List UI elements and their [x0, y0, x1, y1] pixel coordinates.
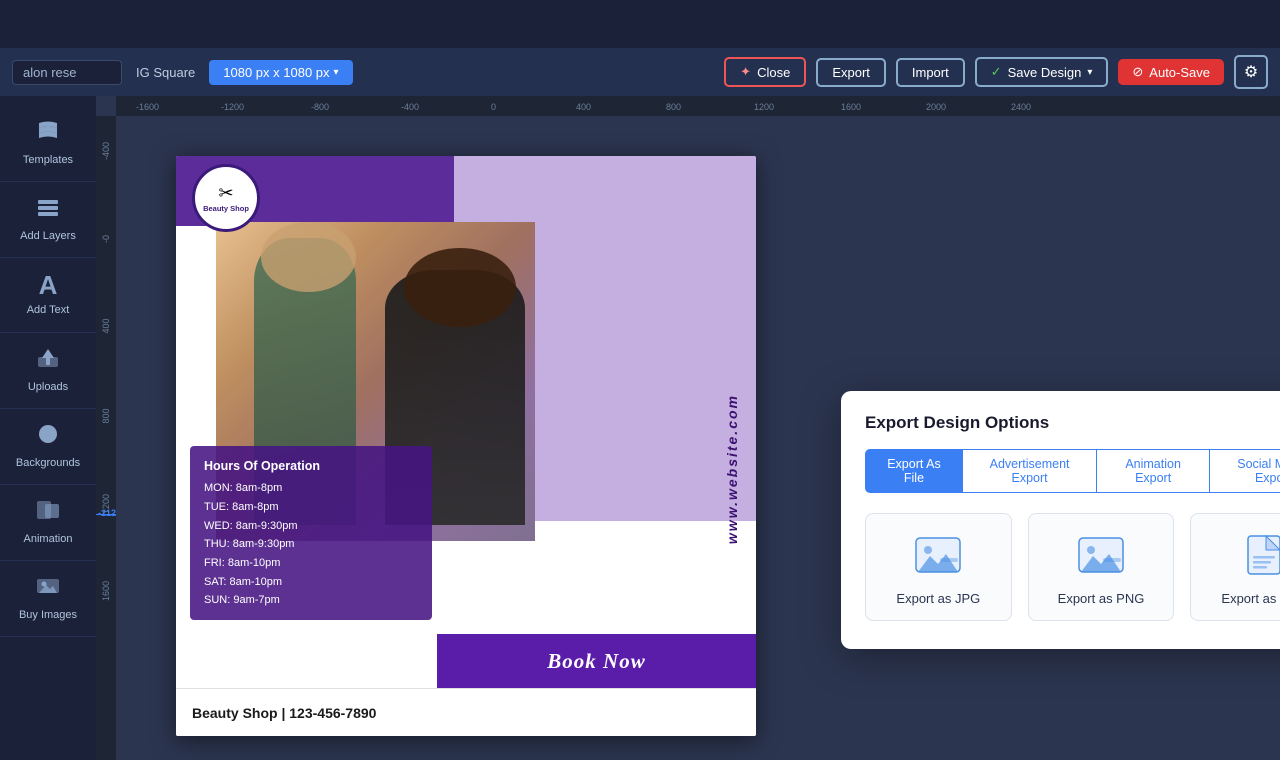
design-logo: ✂ Beauty Shop: [192, 164, 260, 232]
export-tab-animation[interactable]: Animation Export: [1097, 449, 1210, 493]
export-button[interactable]: Export: [816, 58, 886, 87]
canvas-area[interactable]: -1600 -1200 -800 -400 0 400 800 1200 160…: [96, 96, 1280, 760]
export-jpg-option[interactable]: Export as JPG: [865, 513, 1012, 621]
vertical-ruler: -400 -0 400 800 1200 1600: [96, 116, 116, 760]
add-layers-label: Add Layers: [20, 230, 76, 243]
hours-wed: WED: 8am-9:30pm: [204, 517, 418, 536]
top-nav: [0, 0, 1280, 48]
hours-fri: FRI: 8am-10pm: [204, 554, 418, 573]
png-icon: [1075, 534, 1127, 581]
sidebar-item-add-layers[interactable]: Add Layers: [0, 182, 96, 258]
dimensions-button[interactable]: 1080 px x 1080 px ▾: [209, 60, 352, 85]
horizontal-ruler: -1600 -1200 -800 -400 0 400 800 1200 160…: [116, 96, 1280, 116]
hours-title: Hours Of Operation: [204, 456, 418, 477]
templates-icon: [36, 120, 60, 148]
hours-mon: MON: 8am-8pm: [204, 479, 418, 498]
add-text-label: Add Text: [27, 304, 70, 317]
jpg-label: Export as JPG: [896, 591, 980, 606]
sidebar-item-buy-images[interactable]: Buy Images: [0, 561, 96, 637]
autosave-label: Auto-Save: [1149, 65, 1210, 80]
save-chevron-icon: ▾: [1087, 67, 1092, 78]
export-tab-file[interactable]: Export As File: [865, 449, 963, 493]
close-label: Close: [757, 65, 790, 80]
toolbar: IG Square 1080 px x 1080 px ▾ ✦ Close Ex…: [0, 48, 1280, 96]
sidebar-item-templates[interactable]: Templates: [0, 106, 96, 182]
animation-icon: [35, 499, 61, 527]
export-png-option[interactable]: Export as PNG: [1028, 513, 1175, 621]
ruler-position-label: -212: [98, 508, 116, 518]
project-title-input[interactable]: [12, 60, 122, 85]
export-dialog-title: Export Design Options: [865, 413, 1280, 433]
dimensions-label: 1080 px x 1080 px: [223, 65, 329, 80]
backgrounds-icon: [35, 423, 61, 451]
settings-button[interactable]: ⚙: [1234, 55, 1268, 89]
pdf-icon: [1238, 534, 1280, 581]
sidebar-item-add-text[interactable]: A Add Text: [0, 258, 96, 332]
scissors-icon: ✂: [218, 183, 233, 204]
design-hours-box: Hours Of Operation MON: 8am-8pm TUE: 8am…: [190, 446, 432, 620]
design-book-now: Book Now: [437, 634, 756, 688]
save-label: Save Design: [1008, 65, 1082, 80]
export-pdf-option[interactable]: Export as PDF: [1190, 513, 1280, 621]
autosave-icon: ⊘: [1132, 64, 1143, 80]
export-tabs: Export As File Advertisement Export Anim…: [865, 449, 1280, 493]
checkmark-icon: ✓: [991, 64, 1002, 80]
sidebar-item-backgrounds[interactable]: Backgrounds: [0, 409, 96, 485]
save-button[interactable]: ✓ Save Design ▾: [975, 57, 1109, 87]
close-button[interactable]: ✦ Close: [724, 57, 806, 87]
logo-text: Beauty Shop: [203, 204, 249, 213]
book-now-text: Book Now: [547, 649, 645, 674]
import-button[interactable]: Import: [896, 58, 965, 87]
design-canvas[interactable]: ✂ Beauty Shop Hours Of Operation MON: 8a…: [176, 156, 756, 736]
export-tab-social[interactable]: Social Media Export: [1210, 449, 1280, 493]
export-options: Export as JPG Export as PNG: [865, 513, 1280, 621]
format-label: IG Square: [132, 65, 199, 80]
website-text: www.website.com: [724, 394, 740, 544]
autosave-button[interactable]: ⊘ Auto-Save: [1118, 59, 1224, 85]
sidebar-item-uploads[interactable]: Uploads: [0, 333, 96, 409]
uploads-label: Uploads: [28, 381, 68, 394]
jpg-icon: [912, 534, 964, 581]
head-left: [261, 222, 357, 292]
backgrounds-label: Backgrounds: [16, 457, 80, 470]
sidebar: Templates Add Layers A Add Text Uploads: [0, 96, 96, 760]
import-label: Import: [912, 65, 949, 80]
animation-label: Animation: [24, 533, 73, 546]
export-tab-advertisement[interactable]: Advertisement Export: [963, 449, 1097, 493]
gear-icon: ⚙: [1244, 62, 1258, 82]
buy-images-label: Buy Images: [19, 609, 77, 622]
hours-sun: SUN: 9am-7pm: [204, 591, 418, 610]
close-icon: ✦: [740, 64, 751, 80]
footer-text: Beauty Shop | 123-456-7890: [192, 705, 376, 721]
add-text-icon: A: [39, 272, 58, 298]
buy-images-icon: [35, 575, 61, 603]
export-label: Export: [832, 65, 870, 80]
hours-thu: THU: 8am-9:30pm: [204, 535, 418, 554]
chevron-down-icon: ▾: [334, 67, 339, 78]
design-footer: Beauty Shop | 123-456-7890: [176, 688, 756, 736]
sidebar-item-animation[interactable]: Animation: [0, 485, 96, 561]
templates-label: Templates: [23, 154, 73, 167]
hours-sat: SAT: 8am-10pm: [204, 573, 418, 592]
pdf-label: Export as PDF: [1221, 591, 1280, 606]
add-layers-icon: [36, 196, 60, 224]
export-dialog: Export Design Options Export As File Adv…: [841, 391, 1280, 649]
png-label: Export as PNG: [1058, 591, 1145, 606]
hours-tue: TUE: 8am-8pm: [204, 498, 418, 517]
uploads-icon: [35, 347, 61, 375]
head-right: [404, 248, 516, 328]
